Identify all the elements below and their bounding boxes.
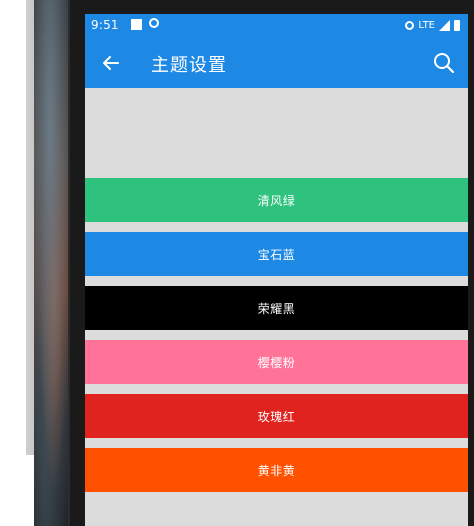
notification-square-icon [131,19,142,30]
hotspot-icon [405,20,415,30]
status-indicators: LTE [405,17,460,33]
battery-icon [454,19,460,31]
theme-label: 清风绿 [257,193,296,208]
theme-item-orange[interactable]: 黄非黄 [85,448,468,492]
theme-label: 樱樱粉 [257,355,296,370]
app-bar: 主题设置 [85,38,468,88]
theme-label: 荣耀黑 [257,301,296,316]
status-bar: 9:51 LTE [85,14,468,38]
theme-label: 黄非黄 [257,463,296,478]
theme-item-red[interactable]: 玫瑰红 [85,394,468,438]
sync-icon [149,18,159,28]
arrow-left-icon [103,56,119,70]
theme-item-green[interactable]: 清风绿 [85,178,468,222]
theme-item-black[interactable]: 荣耀黑 [85,286,468,330]
network-label: LTE [418,19,435,31]
search-button[interactable] [430,49,458,77]
theme-item-blue[interactable]: 宝石蓝 [85,232,468,276]
theme-label: 宝石蓝 [257,247,296,262]
back-button[interactable] [97,49,125,77]
theme-item-pink[interactable]: 樱樱粉 [85,340,468,384]
status-time: 9:51 [91,18,119,32]
page-title: 主题设置 [151,55,227,76]
theme-label: 玫瑰红 [257,409,296,424]
signal-icon [439,19,450,31]
theme-list: 清风绿 宝石蓝 荣耀黑 樱樱粉 玫瑰红 黄非黄 [85,178,468,502]
phone-screen: 9:51 LTE 主题设置 清风绿 宝石蓝 荣耀黑 樱樱粉 玫瑰红 黄非黄 [85,14,468,526]
search-icon [434,53,455,74]
